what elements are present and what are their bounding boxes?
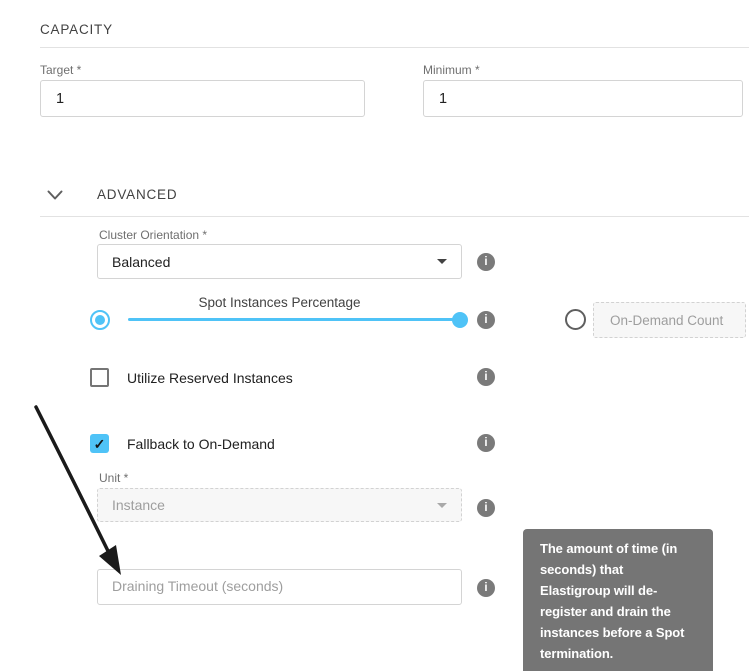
minimum-input[interactable]	[423, 80, 743, 117]
spot-percentage-slider-track[interactable]	[128, 318, 462, 321]
info-glyph: i	[484, 437, 487, 449]
info-glyph: i	[484, 256, 487, 268]
spot-percentage-label: Spot Instances Percentage	[97, 295, 462, 310]
radio-dot	[95, 315, 105, 325]
minimum-label: Minimum *	[423, 63, 480, 77]
unit-label: Unit *	[99, 471, 128, 485]
chevron-down-icon[interactable]	[47, 188, 63, 206]
on-demand-count-input	[593, 302, 746, 338]
fallback-on-demand-checkbox[interactable]: ✓	[90, 434, 109, 453]
info-glyph: i	[484, 502, 487, 514]
fallback-on-demand-info-icon[interactable]: i	[477, 434, 495, 452]
draining-timeout-info-icon[interactable]: i	[477, 579, 495, 597]
spot-percentage-radio[interactable]	[90, 310, 110, 330]
utilize-reserved-label: Utilize Reserved Instances	[127, 370, 293, 386]
utilize-reserved-info-icon[interactable]: i	[477, 368, 495, 386]
caret-down-icon	[437, 503, 447, 508]
unit-value: Instance	[112, 497, 165, 513]
draining-timeout-tooltip: The amount of time (in seconds) that Ela…	[523, 529, 713, 671]
cluster-orientation-value: Balanced	[112, 254, 170, 270]
advanced-section-heading[interactable]: ADVANCED	[97, 187, 177, 202]
unit-info-icon[interactable]: i	[477, 499, 495, 517]
tooltip-text: The amount of time (in seconds) that Ela…	[540, 541, 684, 661]
caret-down-icon	[437, 259, 447, 264]
elastigroup-capacity-form: CAPACITY Target * Minimum * ADVANCED Clu…	[0, 0, 749, 671]
draining-timeout-input[interactable]	[97, 569, 462, 605]
target-label: Target *	[40, 63, 81, 77]
spot-percentage-info-icon[interactable]: i	[477, 311, 495, 329]
cluster-orientation-select[interactable]: Balanced	[97, 244, 462, 279]
advanced-divider	[40, 216, 749, 217]
cluster-orientation-label: Cluster Orientation *	[99, 228, 207, 242]
on-demand-count-radio[interactable]	[565, 309, 586, 330]
capacity-divider	[40, 47, 749, 48]
cluster-orientation-info-icon[interactable]: i	[477, 253, 495, 271]
utilize-reserved-checkbox[interactable]	[90, 368, 109, 387]
info-glyph: i	[484, 314, 487, 326]
fallback-on-demand-label: Fallback to On-Demand	[127, 436, 275, 452]
spot-percentage-slider-thumb[interactable]	[452, 312, 468, 328]
info-glyph: i	[484, 582, 487, 594]
info-glyph: i	[484, 371, 487, 383]
capacity-section-heading: CAPACITY	[40, 22, 113, 37]
unit-select: Instance	[97, 488, 462, 522]
target-input[interactable]	[40, 80, 365, 117]
checkmark-icon: ✓	[94, 437, 106, 451]
